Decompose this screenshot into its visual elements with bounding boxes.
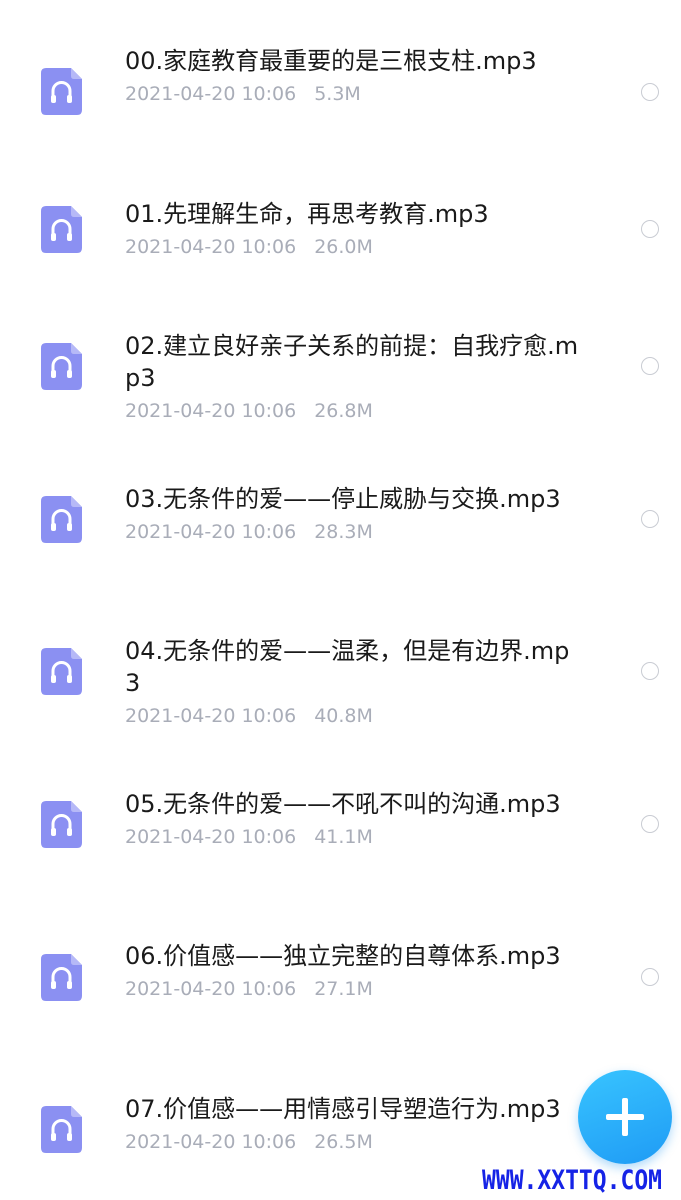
file-meta: 2021-04-20 10:06 27.1M — [125, 977, 595, 1001]
file-name: 06.价值感——独立完整的自尊体系.mp3 — [125, 942, 561, 970]
file-list-item[interactable]: 07.价值感——用情感引导塑造行为.mp3 2021-04-20 10:06 26.… — [0, 0, 681, 1153]
file-name: 07.价值感——用情感引导塑造行为.mp3 — [125, 1095, 561, 1123]
file-name: 01.先理解生命，再思考教育.mp3 — [125, 200, 489, 228]
file-info: 01.先理解生命，再思考教育.mp3 2021-04-20 10:06 26.0M — [125, 198, 595, 259]
file-meta: 2021-04-20 10:06 26.0M — [125, 235, 595, 259]
select-radio[interactable] — [641, 357, 659, 375]
file-name: 04.无条件的爱——温柔，但是有边界.mp3 — [125, 637, 570, 697]
file-size: 40.8M — [314, 705, 373, 727]
file-name: 02.建立良好亲子关系的前提：自我疗愈.mp3 — [125, 332, 579, 392]
file-date: 2021-04-20 10:06 — [125, 978, 297, 1000]
file-meta: 2021-04-20 10:06 26.8M — [125, 399, 595, 423]
file-name: 05.无条件的爱——不吼不叫的沟通.mp3 — [125, 790, 561, 818]
watermark: WWW.XXTTQ.COM — [482, 1166, 663, 1196]
select-radio[interactable] — [641, 968, 659, 986]
select-radio[interactable] — [641, 220, 659, 238]
file-meta: 2021-04-20 10:06 28.3M — [125, 520, 595, 544]
select-radio[interactable] — [641, 510, 659, 528]
audio-file-icon — [41, 1106, 82, 1153]
file-size: 26.0M — [314, 236, 373, 258]
file-date: 2021-04-20 10:06 — [125, 1131, 297, 1153]
file-meta: 2021-04-20 10:06 41.1M — [125, 825, 595, 849]
file-date: 2021-04-20 10:06 — [125, 400, 297, 422]
file-date: 2021-04-20 10:06 — [125, 826, 297, 848]
file-name: 03.无条件的爱——停止威胁与交换.mp3 — [125, 485, 561, 513]
file-meta: 2021-04-20 10:06 26.5M — [125, 1130, 595, 1154]
file-size: 26.8M — [314, 400, 373, 422]
audio-file-icon — [41, 496, 82, 543]
file-size: 41.1M — [314, 826, 373, 848]
audio-file-icon — [41, 343, 82, 390]
select-radio[interactable] — [641, 815, 659, 833]
file-info: 07.价值感——用情感引导塑造行为.mp3 2021-04-20 10:06 26.… — [125, 1093, 595, 1154]
file-info: 03.无条件的爱——停止威胁与交换.mp3 2021-04-20 10:06 28.… — [125, 483, 595, 544]
file-size: 27.1M — [314, 978, 373, 1000]
file-info: 04.无条件的爱——温柔，但是有边界.mp3 2021-04-20 10:06 40… — [125, 635, 595, 728]
file-date: 2021-04-20 10:06 — [125, 236, 297, 258]
file-meta: 2021-04-20 10:06 40.8M — [125, 704, 595, 728]
audio-file-icon — [41, 954, 82, 1001]
file-date: 2021-04-20 10:06 — [125, 705, 297, 727]
audio-file-icon — [41, 801, 82, 848]
file-date: 2021-04-20 10:06 — [125, 521, 297, 543]
file-info: 06.价值感——独立完整的自尊体系.mp3 2021-04-20 10:06 27.… — [125, 940, 595, 1001]
audio-file-icon — [41, 648, 82, 695]
file-info: 05.无条件的爱——不吼不叫的沟通.mp3 2021-04-20 10:06 41.… — [125, 788, 595, 849]
select-radio[interactable] — [641, 662, 659, 680]
add-button[interactable] — [578, 1070, 672, 1164]
plus-icon — [578, 1070, 672, 1164]
file-list-screen: 00.家庭教育最重要的是三根支柱.mp3 2021-04-20 10:06 5.3M… — [0, 0, 681, 1200]
file-size: 28.3M — [314, 521, 373, 543]
file-size: 26.5M — [314, 1131, 373, 1153]
audio-file-icon — [41, 206, 82, 253]
file-info: 02.建立良好亲子关系的前提：自我疗愈.mp3 2021-04-20 10:06 2… — [125, 330, 595, 423]
